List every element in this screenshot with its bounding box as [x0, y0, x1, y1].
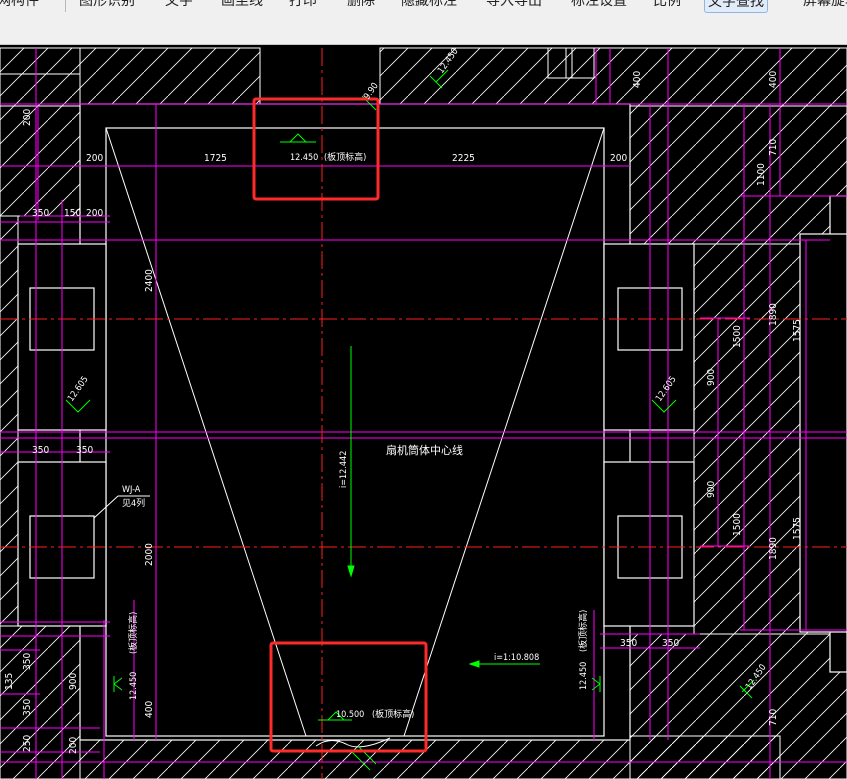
dim-r-1575-bot: 1575 — [792, 517, 803, 540]
dim-v-2000: 2000 — [144, 543, 155, 566]
center-line-label: 扇机筒体中心线 — [386, 443, 463, 457]
dim-r-1500-top: 1500 — [732, 325, 743, 348]
dim-r-900-bot: 900 — [706, 481, 717, 498]
elevation-top: 12.450 — [290, 153, 318, 163]
toolbar-item-print[interactable]: 打印 — [286, 0, 320, 11]
slope-vertical-label: i=12.442 — [339, 451, 349, 488]
dim-v-900-left: 900 — [68, 673, 79, 690]
dim-left-350: 350 — [32, 208, 49, 219]
toolbar-item-annotation-settings[interactable]: 标注设置 — [568, 0, 630, 11]
elevation-bottom: 10.500 — [336, 710, 364, 720]
toolbar-item-text[interactable]: 文字 — [162, 0, 196, 11]
dim-r-710-bot: 710 — [768, 709, 779, 726]
dim-mid-350-a: 350 — [32, 445, 49, 456]
dim-v-350-b: 350 — [22, 699, 33, 716]
dim-r-1575-top: 1575 — [792, 319, 803, 342]
toolbar-item-axis-component[interactable]: 轴网构件 — [0, 0, 42, 11]
dim-v-135: 135 — [4, 673, 15, 690]
dim-bot-350-b: 350 — [662, 638, 679, 649]
dim-r-400-b: 400 — [768, 71, 779, 88]
cad-drawing-canvas[interactable]: 200 1725 2225 200 350 150 200 350 350 35… — [0, 45, 847, 779]
dim-left-200: 200 — [86, 208, 103, 219]
dim-bot-350-a: 350 — [620, 638, 637, 649]
elevation-right-bottom: 12.450 — [579, 662, 589, 690]
toolbar-item-import-export[interactable]: 导入导出 — [483, 0, 545, 11]
dim-top-span-right: 2225 — [452, 153, 475, 164]
dim-left-150: 150 — [64, 208, 81, 219]
toolbar-separator — [65, 0, 66, 12]
dim-v-200-top: 200 — [22, 109, 33, 126]
dim-r-1500-bot: 1500 — [732, 513, 743, 536]
dim-r-710-top: 710 — [768, 139, 779, 156]
toolbar-item-hide-annotation[interactable]: 隐藏标注 — [398, 0, 460, 11]
dim-v-400: 400 — [144, 701, 155, 718]
toolbar-item-scale[interactable]: 比例 — [650, 0, 684, 11]
toolbar-item-rotate-screen[interactable]: 屏幕旋转 — [800, 0, 847, 11]
menu-toolbar: 轴网构件 图形识别 文字 画坐线 打印 删除 隐藏标注 导入导出 标注设置 比例… — [0, 0, 847, 45]
dim-v-2400: 2400 — [144, 269, 155, 292]
elevation-left-bottom: 12.450 — [129, 672, 139, 700]
dim-mid-350-b: 350 — [76, 445, 93, 456]
dim-top-span-left: 1725 — [204, 153, 227, 164]
toolbar-item-text-search[interactable]: 文字查找 — [704, 0, 768, 13]
dim-r-1100: 1100 — [756, 163, 767, 186]
dim-top-right: 200 — [610, 153, 627, 164]
toolbar-item-delete[interactable]: 删除 — [344, 0, 378, 11]
dim-v-250: 250 — [22, 735, 33, 752]
elevation-left-tag: (板顶标高) — [127, 612, 139, 654]
elevation-top-tag: (板顶标高) — [324, 151, 366, 163]
dim-v-200-bot: 200 — [68, 737, 79, 754]
dim-v-350-a: 350 — [22, 653, 33, 670]
dim-r-1890-top: 1890 — [768, 303, 779, 326]
slope-horizontal-label: i=1:10.808 — [494, 653, 539, 663]
wall-label-line2: 见4列 — [122, 497, 145, 509]
dim-top-left: 200 — [86, 153, 103, 164]
elevation-right-tag: (板顶标高) — [577, 610, 589, 652]
wall-label-line1: WJ-A — [122, 485, 141, 495]
dim-r-900-top: 900 — [706, 369, 717, 386]
elevation-bottom-tag: (板顶标高) — [372, 708, 414, 720]
toolbar-item-image-recognition[interactable]: 图形识别 — [76, 0, 138, 11]
toolbar-item-draw-line[interactable]: 画坐线 — [218, 0, 266, 11]
dim-r-1890-bot: 1890 — [768, 537, 779, 560]
cad-drawing: 200 1725 2225 200 350 150 200 350 350 35… — [0, 47, 847, 779]
dim-r-400-a: 400 — [632, 71, 643, 88]
